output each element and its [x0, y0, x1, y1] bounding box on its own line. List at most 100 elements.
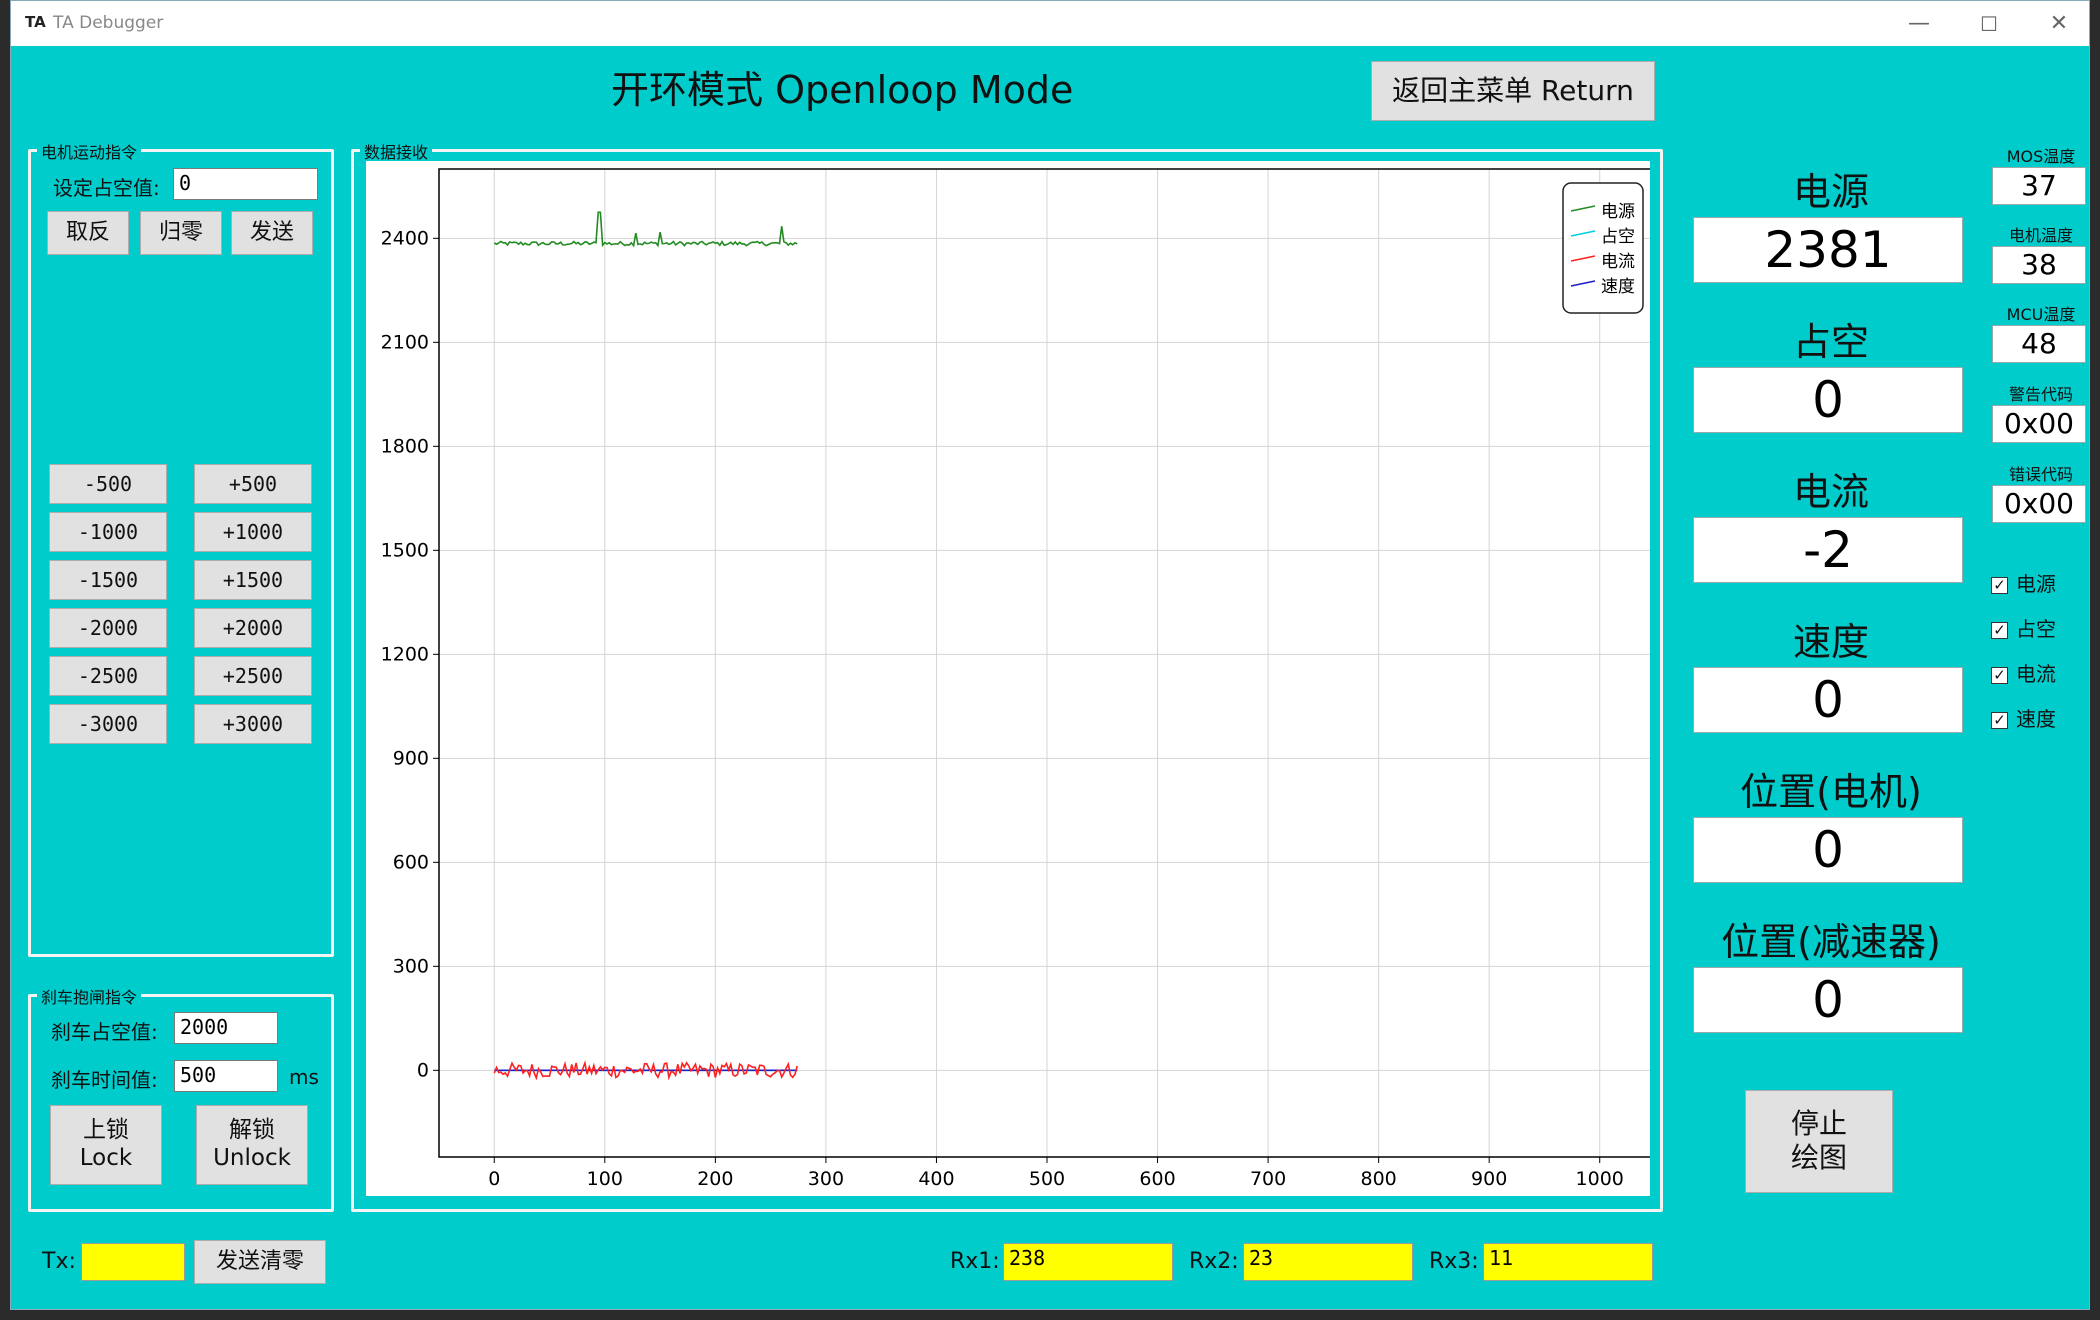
stop-plot-label-2: 绘图	[1790, 1141, 1847, 1174]
chart-area: 0 100 200 300 400 500 600 700 800 900 1000 0 300 600 9…	[366, 161, 1656, 1196]
stop-plot-button[interactable]: 停止 绘图	[1745, 1090, 1893, 1193]
mcu-temp-value: 48	[1992, 325, 2086, 363]
checkbox-label: 占空	[2016, 617, 2056, 641]
send-button[interactable]: 发送	[231, 211, 313, 255]
plus-1500-button[interactable]: +1500	[194, 560, 312, 600]
close-icon[interactable]: ✕	[2039, 9, 2079, 39]
lock-button-label-en: Lock	[79, 1145, 133, 1171]
plus-2500-button[interactable]: +2500	[194, 656, 312, 696]
checkbox-check-icon[interactable]: ✓	[1991, 667, 2008, 684]
series-line	[493, 211, 798, 248]
rx2-field: 23	[1243, 1243, 1413, 1281]
motor-command-group: 电机运动指令	[28, 139, 334, 957]
lock-button[interactable]: 上锁 Lock	[50, 1105, 162, 1185]
title-bar: TA TA Debugger — ☐ ✕	[11, 1, 2089, 46]
checkbox-speed[interactable]: ✓ 速度	[1991, 703, 2056, 732]
x-tick-label: 400	[918, 1168, 954, 1190]
mcu-temp-label: MCU温度	[2006, 305, 2076, 324]
tx-label: Tx:	[42, 1249, 76, 1274]
checkbox-label: 速度	[2016, 707, 2056, 731]
maximize-icon[interactable]: ☐	[1969, 9, 2009, 39]
minus-1000-button[interactable]: -1000	[49, 512, 167, 552]
x-tick-label: 600	[1139, 1168, 1175, 1190]
group-label: 数据接收	[360, 139, 433, 163]
minus-2500-button[interactable]: -2500	[49, 656, 167, 696]
brake-duty-input[interactable]: 2000	[174, 1012, 278, 1044]
x-tick-label: 1000	[1576, 1168, 1624, 1190]
x-tick-label: 100	[587, 1168, 623, 1190]
x-tick-label: 500	[1029, 1168, 1065, 1190]
motor-position-label: 位置(电机)	[1740, 770, 1922, 814]
legend-label: 电流	[1601, 252, 1635, 272]
y-tick-label: 2400	[381, 227, 429, 249]
plus-3000-button[interactable]: +3000	[194, 704, 312, 744]
duty-input[interactable]: 0	[173, 168, 318, 200]
unlock-button[interactable]: 解锁 Unlock	[196, 1105, 308, 1185]
speed-value: 0	[1693, 667, 1963, 733]
chart-grid	[439, 169, 1655, 1157]
error-code-value: 0x00	[1992, 485, 2086, 523]
window-title: TA Debugger	[53, 13, 164, 33]
x-tick-label: 900	[1471, 1168, 1507, 1190]
brake-time-input[interactable]: 500	[174, 1060, 278, 1092]
brake-duty-label: 刹车占空值:	[51, 1020, 158, 1044]
plus-500-button[interactable]: +500	[194, 464, 312, 504]
x-tick-label: 300	[808, 1168, 844, 1190]
checkbox-duty[interactable]: ✓ 占空	[1991, 613, 2056, 642]
checkbox-power[interactable]: ✓ 电源	[1991, 568, 2056, 597]
error-code-label: 错误代码	[2008, 465, 2073, 484]
checkbox-check-icon[interactable]: ✓	[1991, 622, 2008, 639]
y-tick-label: 600	[393, 851, 429, 873]
minus-2000-button[interactable]: -2000	[49, 608, 167, 648]
y-tick-label: 1200	[381, 643, 429, 665]
group-label: 刹车抱闸指令	[37, 984, 142, 1008]
duty-readout-value: 0	[1693, 367, 1963, 433]
minus-3000-button[interactable]: -3000	[49, 704, 167, 744]
chart-ticks: 0 100 200 300 400 500 600 700 800 900 1000 0 300 600 9…	[381, 227, 1624, 1190]
y-tick-label: 1800	[381, 435, 429, 457]
mos-temp-value: 37	[1992, 167, 2086, 205]
y-tick-label: 0	[417, 1059, 429, 1081]
legend-label: 占空	[1601, 227, 1635, 247]
clear-send-button[interactable]: 发送清零	[194, 1240, 326, 1284]
warning-code-label: 警告代码	[2008, 385, 2073, 404]
current-label: 电流	[1792, 470, 1869, 514]
duty-readout-label: 占空	[1792, 320, 1869, 364]
return-button[interactable]: 返回主菜单 Return	[1371, 61, 1655, 121]
rx1-field: 238	[1003, 1243, 1173, 1281]
minimize-icon[interactable]: —	[1899, 9, 1939, 39]
y-tick-label: 900	[393, 747, 429, 769]
duty-label: 设定占空值:	[53, 176, 160, 200]
lock-button-label-cn: 上锁	[83, 1117, 129, 1143]
legend-label: 速度	[1601, 277, 1635, 297]
unlock-button-label-en: Unlock	[213, 1145, 291, 1171]
rx3-label: Rx3:	[1429, 1249, 1479, 1274]
x-tick-label: 200	[697, 1168, 733, 1190]
y-tick-label: 300	[393, 955, 429, 977]
brake-time-label: 刹车时间值:	[51, 1068, 158, 1092]
rx1-label: Rx1:	[950, 1249, 1000, 1274]
tx-field[interactable]	[81, 1243, 185, 1281]
motor-temp-label: 电机温度	[2008, 226, 2073, 245]
minus-1500-button[interactable]: -1500	[49, 560, 167, 600]
checkbox-current[interactable]: ✓ 电流	[1991, 658, 2056, 687]
plus-2000-button[interactable]: +2000	[194, 608, 312, 648]
invert-button[interactable]: 取反	[47, 211, 129, 255]
power-value: 2381	[1693, 217, 1963, 283]
motor-temp-value: 38	[1992, 246, 2086, 284]
checkbox-check-icon[interactable]: ✓	[1991, 712, 2008, 729]
zero-button[interactable]: 归零	[140, 211, 222, 255]
rx3-field: 11	[1483, 1243, 1653, 1281]
reducer-position-label: 位置(减速器)	[1721, 920, 1941, 964]
y-tick-label: 1500	[381, 539, 429, 561]
current-value: -2	[1693, 517, 1963, 583]
plus-1000-button[interactable]: +1000	[194, 512, 312, 552]
minus-500-button[interactable]: -500	[49, 464, 167, 504]
page-title: 开环模式 Openloop Mode	[611, 68, 1074, 112]
app-window: TA TA Debugger — ☐ ✕ 开环模式 Openloop Mode …	[10, 0, 2090, 1310]
x-tick-label: 700	[1250, 1168, 1286, 1190]
line-chart: 0 100 200 300 400 500 600 700 800 900 1000 0 300 600 9…	[381, 168, 1656, 1190]
chart-legend: 电源占空电流速度	[1562, 182, 1644, 314]
speed-label: 速度	[1792, 620, 1869, 664]
checkbox-check-icon[interactable]: ✓	[1991, 577, 2008, 594]
